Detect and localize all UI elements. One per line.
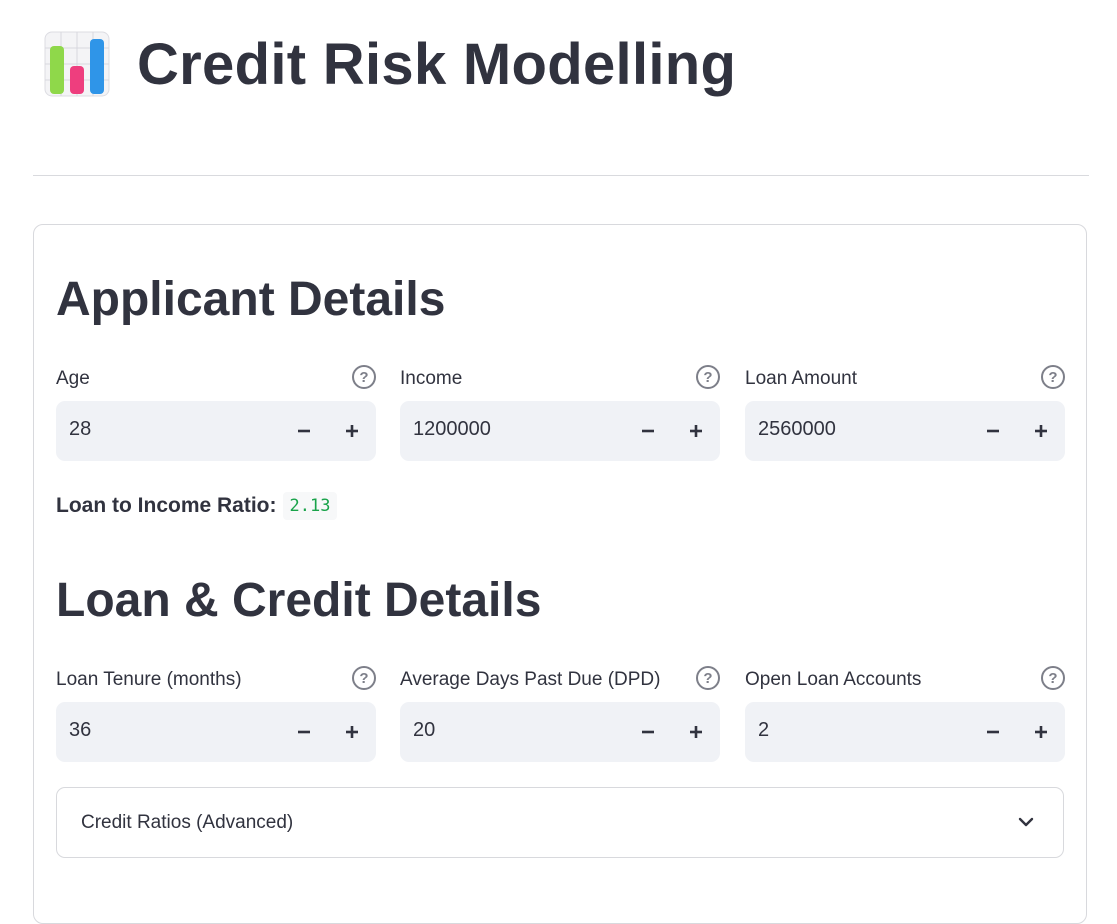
help-icon[interactable]: ? xyxy=(696,365,720,389)
page-title: Credit Risk Modelling xyxy=(137,31,737,97)
bar-chart-icon xyxy=(44,31,110,97)
minus-icon xyxy=(298,730,310,734)
loan-to-income-ratio: Loan to Income Ratio: 2.13 xyxy=(56,490,338,522)
minus-icon xyxy=(987,429,999,433)
loan-tenure-value[interactable]: 36 xyxy=(69,719,91,742)
loan-tenure-label: Loan Tenure (months) xyxy=(56,669,242,690)
plus-icon xyxy=(690,726,702,738)
plus-icon xyxy=(1035,726,1047,738)
open-loan-accounts-label: Open Loan Accounts xyxy=(745,669,922,690)
divider xyxy=(33,175,1089,176)
applicant-details-heading: Applicant Details xyxy=(56,273,446,326)
avg-dpd-decrement-button[interactable] xyxy=(624,702,672,762)
age-label: Age xyxy=(56,368,90,389)
page-header: Credit Risk Modelling xyxy=(44,28,736,100)
loan-amount-decrement-button[interactable] xyxy=(969,401,1017,461)
ratio-value: 2.13 xyxy=(282,492,338,520)
loan-tenure-increment-button[interactable] xyxy=(328,702,376,762)
help-icon[interactable]: ? xyxy=(1041,666,1065,690)
help-icon[interactable]: ? xyxy=(352,365,376,389)
help-icon[interactable]: ? xyxy=(352,666,376,690)
loan-amount-label: Loan Amount xyxy=(745,368,857,389)
chevron-down-icon xyxy=(1018,817,1034,827)
open-loan-accounts-decrement-button[interactable] xyxy=(969,702,1017,762)
age-input[interactable]: 28 xyxy=(56,401,376,461)
age-decrement-button[interactable] xyxy=(280,401,328,461)
age-increment-button[interactable] xyxy=(328,401,376,461)
loan-tenure-input[interactable]: 36 xyxy=(56,702,376,762)
loan-credit-details-heading: Loan & Credit Details xyxy=(56,574,542,627)
income-input[interactable]: 1200000 xyxy=(400,401,720,461)
expander-label: Credit Ratios (Advanced) xyxy=(81,812,294,833)
plus-icon xyxy=(346,726,358,738)
income-label: Income xyxy=(400,368,463,389)
minus-icon xyxy=(298,429,310,433)
minus-icon xyxy=(987,730,999,734)
open-loan-accounts-increment-button[interactable] xyxy=(1017,702,1065,762)
avg-dpd-increment-button[interactable] xyxy=(672,702,720,762)
help-icon[interactable]: ? xyxy=(1041,365,1065,389)
plus-icon xyxy=(690,425,702,437)
minus-icon xyxy=(642,730,654,734)
loan-tenure-decrement-button[interactable] xyxy=(280,702,328,762)
avg-dpd-label: Average Days Past Due (DPD) xyxy=(400,669,661,690)
loan-amount-increment-button[interactable] xyxy=(1017,401,1065,461)
income-value[interactable]: 1200000 xyxy=(413,418,491,441)
avg-dpd-value[interactable]: 20 xyxy=(413,719,435,742)
loan-amount-value[interactable]: 2560000 xyxy=(758,418,836,441)
credit-ratios-expander[interactable]: Credit Ratios (Advanced) xyxy=(56,787,1064,858)
income-increment-button[interactable] xyxy=(672,401,720,461)
minus-icon xyxy=(642,429,654,433)
ratio-label: Loan to Income Ratio: xyxy=(56,494,277,517)
income-decrement-button[interactable] xyxy=(624,401,672,461)
open-loan-accounts-value[interactable]: 2 xyxy=(758,719,769,742)
plus-icon xyxy=(1035,425,1047,437)
open-loan-accounts-input[interactable]: 2 xyxy=(745,702,1065,762)
age-value[interactable]: 28 xyxy=(69,418,91,441)
loan-amount-input[interactable]: 2560000 xyxy=(745,401,1065,461)
help-icon[interactable]: ? xyxy=(696,666,720,690)
plus-icon xyxy=(346,425,358,437)
avg-dpd-input[interactable]: 20 xyxy=(400,702,720,762)
